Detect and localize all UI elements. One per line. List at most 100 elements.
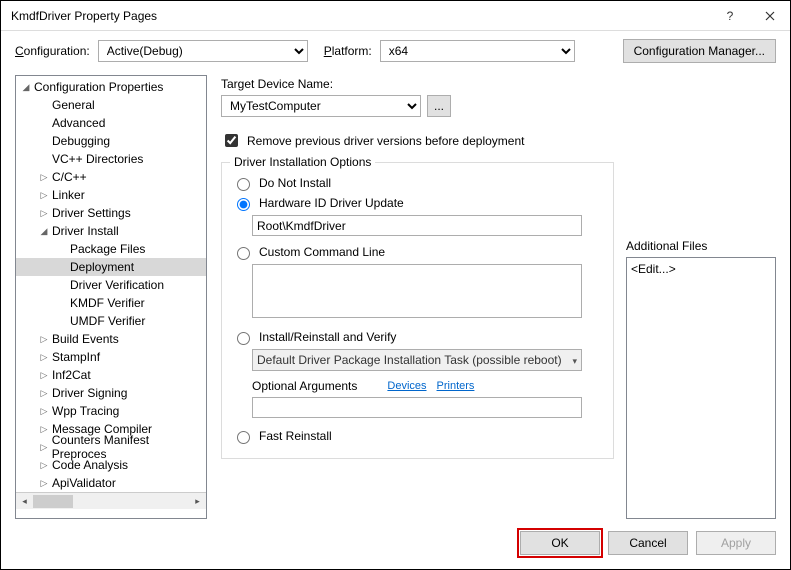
hwid-input[interactable] [252,215,582,236]
tree-item-label: Code Analysis [50,458,130,472]
radio-install-verify[interactable] [237,332,250,345]
scroll-thumb[interactable] [33,495,73,508]
tree-item-deployment[interactable]: Deployment [16,258,206,276]
tree-item-general[interactable]: General [16,96,206,114]
arrow-right-icon: ▷ [38,442,50,453]
arrow-right-icon: ▷ [38,424,50,435]
titlebar: KmdfDriver Property Pages ? [1,1,790,31]
optional-args-row: Optional Arguments Devices Printers [252,379,603,393]
ok-button[interactable]: OK [520,531,600,555]
tree-item-label: Package Files [68,242,147,256]
radio-hwid[interactable] [237,198,250,211]
tree-item-vc-directories[interactable]: VC++ Directories [16,150,206,168]
platform-select[interactable]: x64 [380,40,575,62]
tree-item-driver-install[interactable]: ◢Driver Install [16,222,206,240]
tree-panel[interactable]: ◢ Configuration Properties General Advanc… [15,75,207,519]
custom-cmd-textarea[interactable] [252,264,582,318]
driver-install-groupbox: Driver Installation Options Do Not Insta… [221,162,614,459]
radio-do-not-install-row[interactable]: Do Not Install [232,175,603,191]
tree-item-wpp-tracing[interactable]: ▷Wpp Tracing [16,402,206,420]
tree-item-driver-verification[interactable]: Driver Verification [16,276,206,294]
radio-fast-reinstall-label: Fast Reinstall [259,429,332,443]
help-button[interactable]: ? [710,1,750,30]
tree-item-apivalidator[interactable]: ▷ApiValidator [16,474,206,492]
tree-item-label: Wpp Tracing [50,404,121,418]
tree-item-linker[interactable]: ▷Linker [16,186,206,204]
configuration-select[interactable]: Active(Debug) [98,40,308,62]
tree-item-kmdf-verifier[interactable]: KMDF Verifier [16,294,206,312]
browse-target-button[interactable]: ... [427,95,451,117]
tree-item-label: Driver Signing [50,386,129,400]
arrow-right-icon: ▷ [38,406,50,417]
remove-previous-label: Remove previous driver versions before d… [247,134,524,148]
additional-files-label: Additional Files [626,239,776,253]
tree-item-debugging[interactable]: Debugging [16,132,206,150]
arrow-right-icon: ▷ [38,334,50,345]
cancel-button[interactable]: Cancel [608,531,688,555]
tree-item-stampinf[interactable]: ▷StampInf [16,348,206,366]
scroll-left-icon[interactable]: ◂ [16,493,33,510]
install-task-select[interactable]: Default Driver Package Installation Task… [252,349,582,371]
arrow-right-icon: ▷ [38,208,50,219]
tree-horizontal-scrollbar[interactable]: ◂ ▸ [16,492,206,509]
tree-item-advanced[interactable]: Advanced [16,114,206,132]
tree-item-umdf-verifier[interactable]: UMDF Verifier [16,312,206,330]
scroll-track[interactable] [33,493,189,510]
radio-custom-row[interactable]: Custom Command Line [232,244,603,260]
scroll-right-icon[interactable]: ▸ [189,493,206,510]
tree-root-label: Configuration Properties [32,80,165,94]
remove-previous-checkbox-row[interactable]: Remove previous driver versions before d… [221,131,614,150]
radio-fast-reinstall-row[interactable]: Fast Reinstall [232,428,603,444]
printers-link[interactable]: Printers [437,380,475,392]
arrow-right-icon: ▷ [38,352,50,363]
radio-custom[interactable] [237,247,250,260]
devices-link[interactable]: Devices [387,380,426,392]
tree-item-c-c-[interactable]: ▷C/C++ [16,168,206,186]
apply-button[interactable]: Apply [696,531,776,555]
platform-label: Platform: [324,44,372,58]
chevron-down-icon [572,353,577,367]
close-button[interactable] [750,1,790,30]
main-panel: Target Device Name: MyTestComputer ... R… [221,75,776,519]
tree: ◢ Configuration Properties General Advanc… [16,78,206,492]
tree-item-label: Driver Verification [68,278,166,292]
configuration-manager-button[interactable]: Configuration Manager... [623,39,776,63]
remove-previous-checkbox[interactable] [225,134,238,147]
tree-item-label: General [50,98,97,112]
tree-item-counters-manifest-preproces[interactable]: ▷Counters Manifest Preproces [16,438,206,456]
tree-item-label: Driver Install [50,224,121,238]
additional-files-listbox[interactable]: <Edit...> [626,257,776,519]
radio-install-verify-label: Install/Reinstall and Verify [259,330,396,344]
tree-item-inf2cat[interactable]: ▷Inf2Cat [16,366,206,384]
tree-item-label: Linker [50,188,87,202]
target-device-label: Target Device Name: [221,77,614,91]
tree-item-package-files[interactable]: Package Files [16,240,206,258]
radio-fast-reinstall[interactable] [237,431,250,444]
optional-args-input[interactable] [252,397,582,418]
radio-do-not-install[interactable] [237,178,250,191]
tree-item-driver-settings[interactable]: ▷Driver Settings [16,204,206,222]
target-device-select[interactable]: MyTestComputer [221,95,421,117]
arrow-right-icon: ▷ [38,370,50,381]
dialog-footer: OK Cancel Apply [1,519,790,569]
additional-files-edit[interactable]: <Edit...> [631,262,676,276]
radio-hwid-row[interactable]: Hardware ID Driver Update [232,195,603,211]
tree-item-label: Advanced [50,116,107,130]
arrow-right-icon: ▷ [38,460,50,471]
tree-item-build-events[interactable]: ▷Build Events [16,330,206,348]
tree-item-label: Inf2Cat [50,368,93,382]
tree-root[interactable]: ◢ Configuration Properties [16,78,206,96]
tree-item-label: Build Events [50,332,121,346]
radio-custom-label: Custom Command Line [259,245,385,259]
arrow-right-icon: ▷ [38,478,50,489]
arrow-down-icon: ◢ [20,82,32,93]
radio-install-verify-row[interactable]: Install/Reinstall and Verify [232,329,603,345]
tree-item-driver-signing[interactable]: ▷Driver Signing [16,384,206,402]
tree-item-label: UMDF Verifier [68,314,147,328]
main-left: Target Device Name: MyTestComputer ... R… [221,77,614,519]
install-task-value: Default Driver Package Installation Task… [257,353,562,367]
arrow-down-icon: ◢ [38,226,50,237]
tree-item-label: Driver Settings [50,206,133,220]
tree-item-label: C/C++ [50,170,89,184]
optional-args-label: Optional Arguments [252,379,357,393]
